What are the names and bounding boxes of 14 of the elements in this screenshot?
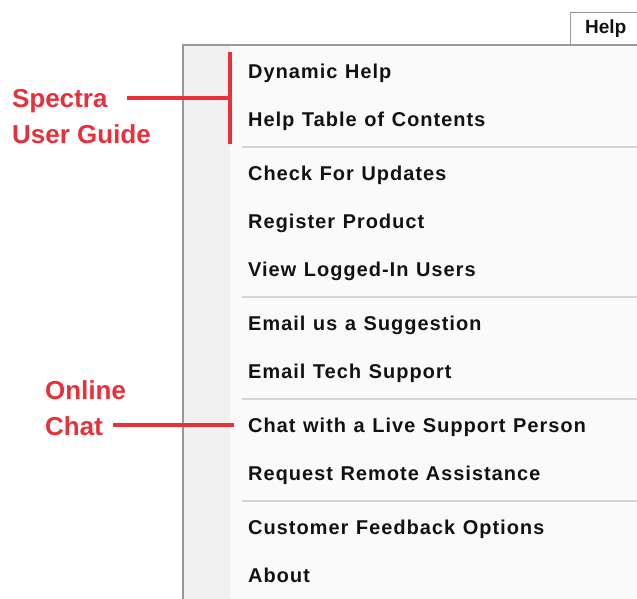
menu-item[interactable]: Email Tech Support xyxy=(248,357,452,387)
menu-item[interactable]: Request Remote Assistance xyxy=(248,459,542,489)
menu-item[interactable]: Help Table of Contents xyxy=(248,105,486,135)
menu-item[interactable]: View Logged-In Users xyxy=(248,255,477,285)
menu-item[interactable]: Check For Updates xyxy=(248,159,448,189)
menu-tab[interactable]: Help xyxy=(570,12,637,44)
menu-item[interactable]: Register Product xyxy=(248,207,426,237)
menu-item[interactable]: Dynamic Help xyxy=(248,57,392,87)
menu-item[interactable]: Customer Feedback Options xyxy=(248,513,546,543)
annotation-label: Online Chat xyxy=(45,374,126,443)
menu-item[interactable]: Chat with a Live Support Person xyxy=(248,411,587,441)
menu-item[interactable]: Email us a Suggestion xyxy=(248,309,482,339)
annotation-label: Spectra User Guide xyxy=(12,82,151,151)
menu-item[interactable]: About xyxy=(248,561,311,591)
